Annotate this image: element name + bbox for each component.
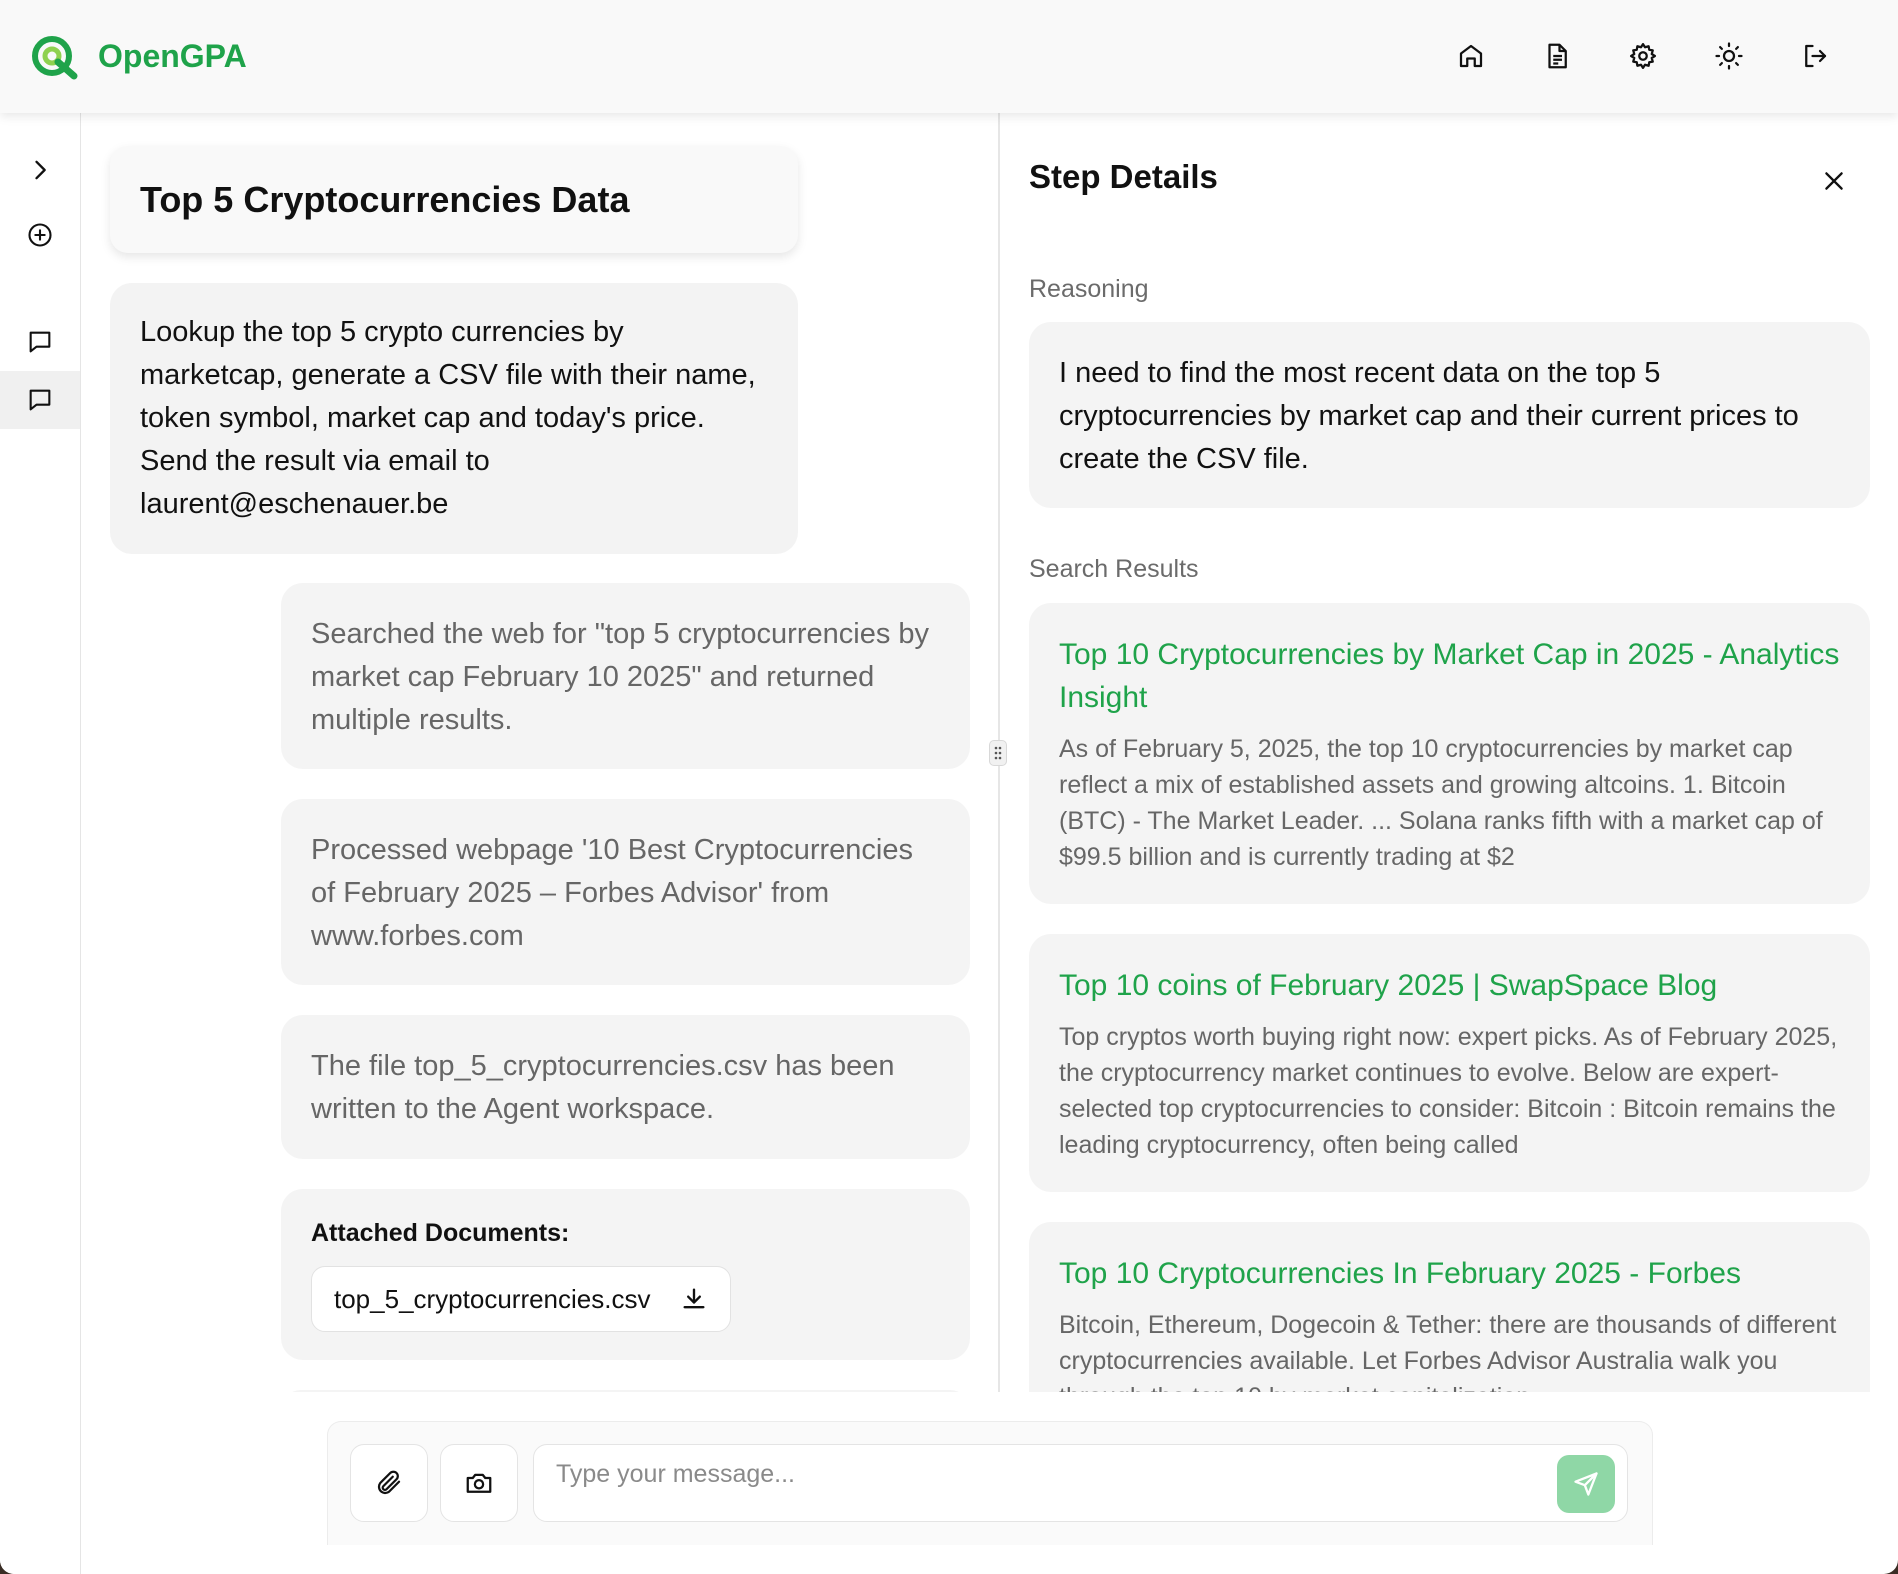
attachments-label: Attached Documents: (311, 1219, 570, 1247)
reasoning-label: Reasoning (1029, 275, 1149, 303)
logout-button[interactable] (1772, 34, 1858, 78)
plus-circle-icon (28, 223, 52, 247)
top-bar: OpenGPA (0, 0, 1898, 113)
search-result-link[interactable]: Top 10 Cryptocurrencies by Market Cap in… (1059, 633, 1840, 719)
conversation-title-card: Top 5 Cryptocurrencies Data (110, 146, 798, 253)
app-window: OpenGPA Top 5 Cryptocurrencies Data Look… (0, 0, 1898, 1574)
search-results-label: Search Results (1029, 555, 1199, 583)
search-result-snippet: Bitcoin, Ethereum, Dogecoin & Tether: th… (1059, 1311, 1837, 1392)
camera-icon (466, 1473, 492, 1493)
settings-button[interactable] (1600, 34, 1686, 78)
theme-toggle-button[interactable] (1686, 34, 1772, 78)
search-result-link[interactable]: Top 10 coins of February 2025 | SwapSpac… (1059, 964, 1840, 1007)
close-panel-button[interactable] (1816, 163, 1852, 199)
attachment-file-chip[interactable]: top_5_cryptocurrencies.csv (311, 1266, 732, 1332)
send-button[interactable] (1557, 1455, 1615, 1513)
search-result-snippet: As of February 5, 2025, the top 10 crypt… (1059, 735, 1823, 871)
step-card[interactable]: Searched the web for "top 5 cryptocurren… (281, 583, 970, 769)
step-card[interactable]: The file top_5_cryptocurrencies.csv has … (281, 1015, 970, 1159)
attachment-file-name: top_5_cryptocurrencies.csv (334, 1283, 651, 1314)
close-icon (1825, 172, 1843, 190)
home-button[interactable] (1428, 34, 1514, 78)
search-result-link[interactable]: Top 10 Cryptocurrencies In February 2025… (1059, 1252, 1840, 1295)
opengpa-logo-icon (32, 36, 78, 80)
sun-icon (1715, 42, 1743, 70)
search-result-snippet: Top cryptos worth buying right now: expe… (1059, 1023, 1838, 1159)
conversation-title: Top 5 Cryptocurrencies Data (140, 178, 630, 220)
chat-icon (29, 331, 51, 353)
camera-button[interactable] (440, 1444, 518, 1522)
attach-file-button[interactable] (350, 1444, 428, 1522)
reasoning-card: I need to find the most recent data on t… (1029, 322, 1870, 508)
document-icon (1548, 43, 1567, 69)
brand[interactable]: OpenGPA (30, 32, 247, 80)
conversation-item-1[interactable] (0, 313, 80, 371)
message-composer (327, 1421, 1653, 1545)
step-card[interactable]: Processed webpage '10 Best Cryptocurrenc… (281, 799, 970, 985)
user-message: Lookup the top 5 crypto currencies by ma… (110, 283, 798, 554)
search-result-card: Top 10 Cryptocurrencies In February 2025… (1029, 1222, 1870, 1392)
chat-icon (29, 389, 51, 411)
attachments-card: Attached Documents: top_5_cryptocurrenci… (281, 1189, 970, 1360)
step-card-partial (281, 1390, 970, 1392)
chevron-right-icon (35, 160, 46, 180)
paperclip-icon (377, 1470, 401, 1495)
documents-button[interactable] (1514, 34, 1600, 78)
home-icon (1459, 44, 1483, 68)
download-icon[interactable] (680, 1285, 708, 1313)
chat-thread[interactable]: Top 5 Cryptocurrencies Data Lookup the t… (81, 113, 999, 1392)
step-details-title: Step Details (1029, 158, 1218, 195)
search-result-card: Top 10 Cryptocurrencies by Market Cap in… (1029, 603, 1870, 904)
logout-icon (1805, 44, 1827, 68)
brand-name: OpenGPA (98, 37, 247, 74)
message-input[interactable] (533, 1444, 1628, 1522)
send-icon (1574, 1472, 1598, 1496)
expand-sidebar-button[interactable] (0, 141, 80, 199)
sidebar (0, 113, 81, 1574)
search-result-card: Top 10 coins of February 2025 | SwapSpac… (1029, 934, 1870, 1192)
gear-icon (1630, 43, 1656, 69)
header-actions (1428, 34, 1858, 78)
conversation-item-2[interactable] (0, 371, 80, 429)
new-chat-button[interactable] (0, 206, 80, 264)
step-details-panel[interactable]: Step Details Reasoning I need to find th… (1000, 113, 1898, 1392)
